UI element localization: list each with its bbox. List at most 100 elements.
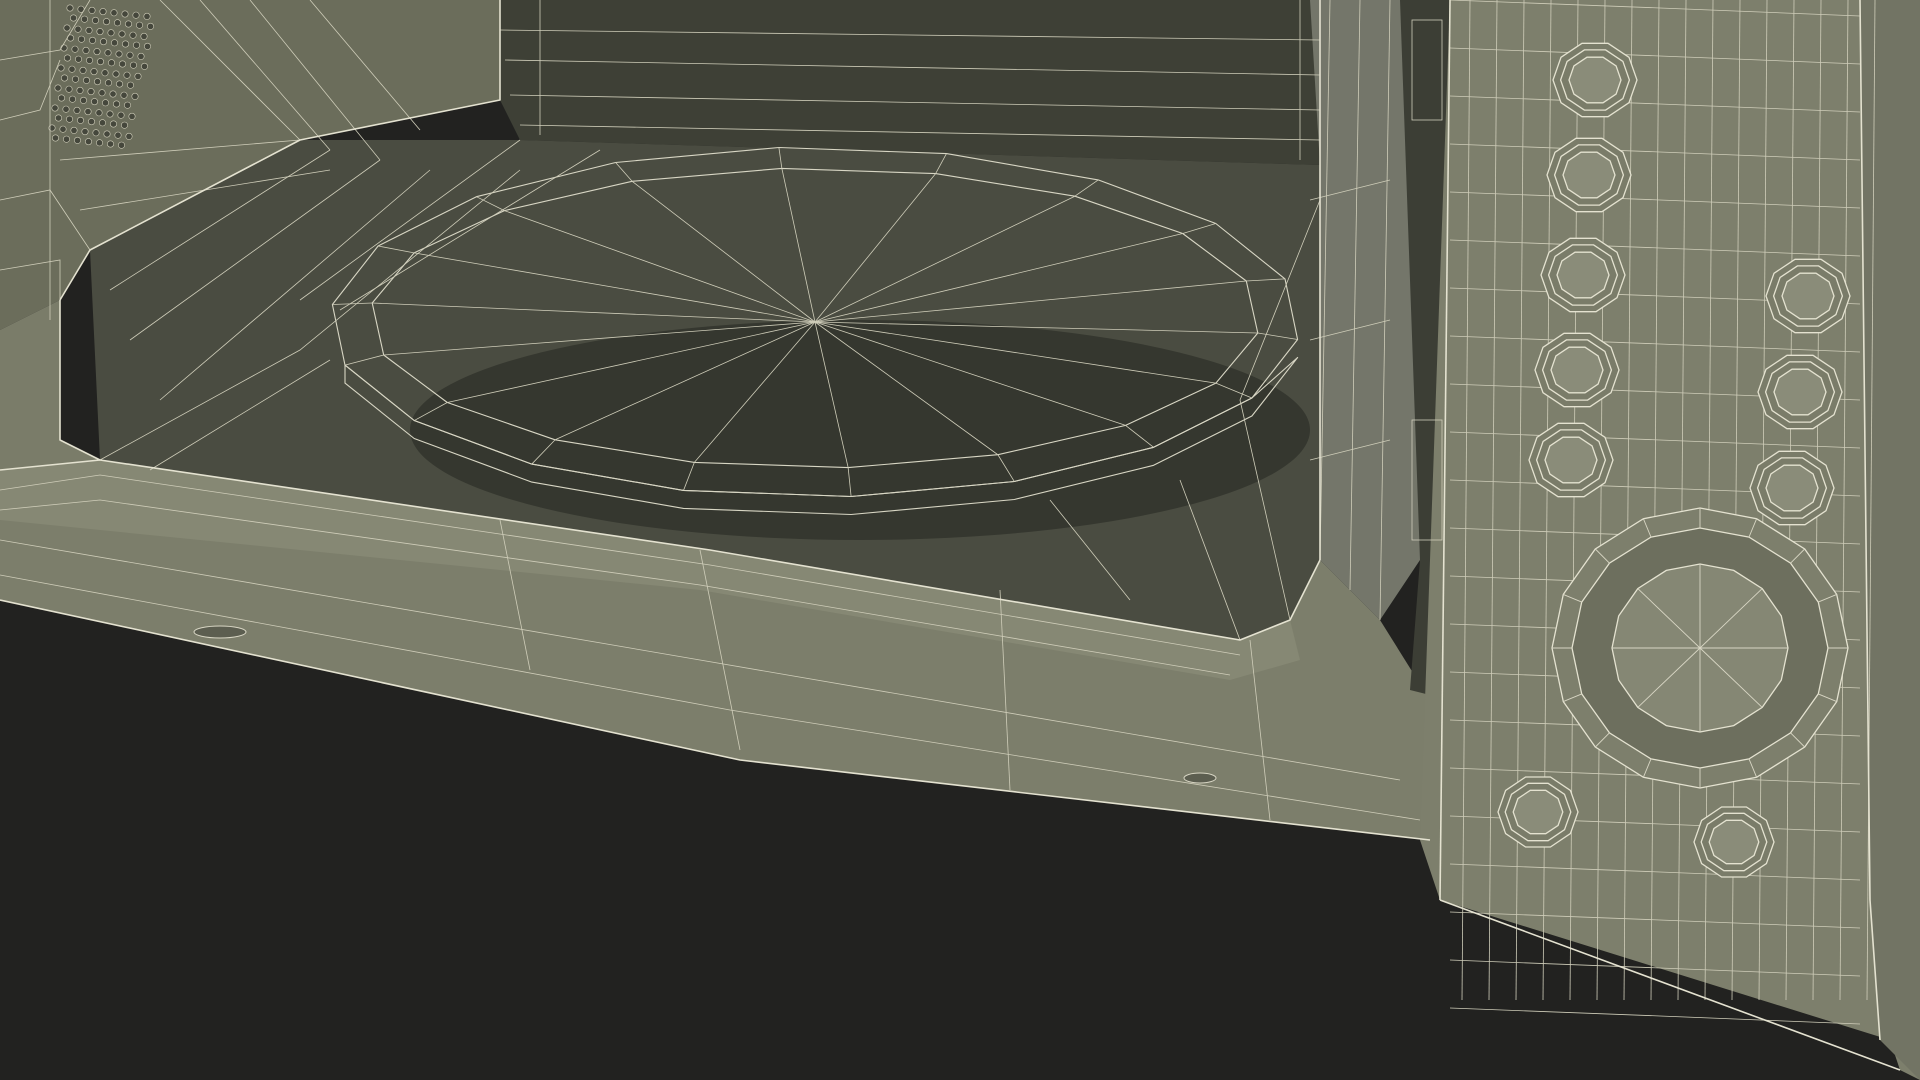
vent-hole <box>126 51 134 59</box>
vent-hole <box>134 72 142 80</box>
vent-hole <box>137 52 145 60</box>
vent-hole <box>144 42 152 50</box>
vent-hole <box>109 90 117 98</box>
vent-hole <box>113 100 121 108</box>
vent-hole <box>74 25 82 33</box>
vent-hole <box>122 40 130 48</box>
vent-hole <box>125 20 133 28</box>
vent-hole <box>103 18 111 26</box>
vent-hole <box>129 31 137 39</box>
vent-hole <box>63 24 71 32</box>
vent-hole <box>117 111 125 119</box>
vent-hole <box>101 69 109 77</box>
vent-hole <box>59 125 67 133</box>
panel-button <box>1546 137 1632 213</box>
microwave-render <box>0 0 1920 1080</box>
vent-hole <box>140 32 148 40</box>
vent-hole <box>95 109 103 117</box>
vent-hole <box>96 28 104 36</box>
vent-hole <box>104 49 112 57</box>
vent-hole <box>91 98 99 106</box>
vent-hole <box>105 79 113 87</box>
vent-hole <box>125 132 133 140</box>
vent-hole <box>60 74 68 82</box>
vent-hole <box>54 114 62 122</box>
vent-hole <box>89 36 97 44</box>
panel-button <box>1552 42 1638 118</box>
vent-hole <box>82 46 90 54</box>
vent-hole <box>62 105 70 113</box>
vent-hole <box>118 141 126 149</box>
vent-hole <box>78 35 86 43</box>
vent-hole <box>121 10 129 18</box>
vent-hole <box>66 115 74 123</box>
vent-hole <box>116 80 124 88</box>
vent-hole <box>85 26 93 34</box>
control-dial <box>1551 507 1849 789</box>
vent-hole <box>127 81 135 89</box>
vent-hole <box>111 39 119 47</box>
vent-hole <box>141 62 149 70</box>
panel-button <box>1528 422 1614 498</box>
vent-hole <box>81 128 89 136</box>
vent-hole <box>110 9 118 17</box>
vent-hole <box>88 6 96 14</box>
vent-hole <box>79 66 87 74</box>
vent-hole <box>51 104 59 112</box>
vent-hole <box>90 68 98 76</box>
vent-hole <box>133 41 141 49</box>
vent-hole <box>84 108 92 116</box>
vent-hole <box>80 96 88 104</box>
vent-hole <box>69 95 77 103</box>
interior-back-wall <box>500 0 1320 165</box>
vent-hole <box>119 60 127 68</box>
vent-hole <box>96 139 104 147</box>
vent-hole <box>120 91 128 99</box>
vent-hole <box>99 8 107 16</box>
vent-hole <box>92 16 100 24</box>
vent-hole <box>98 89 106 97</box>
vent-hole <box>108 59 116 67</box>
vent-hole <box>110 120 118 128</box>
vent-hole <box>92 129 100 137</box>
vent-hole <box>72 75 80 83</box>
vent-hole <box>136 21 144 29</box>
vent-hole <box>76 86 84 94</box>
vent-hole <box>123 71 131 79</box>
foot-mid <box>1183 772 1217 784</box>
vent-hole <box>132 11 140 19</box>
vent-hole <box>107 29 115 37</box>
vent-hole <box>112 70 120 78</box>
vent-hole <box>93 48 101 56</box>
vent-hole <box>75 55 83 63</box>
panel-button <box>1693 806 1775 878</box>
vent-hole <box>73 106 81 114</box>
turntable-shadow <box>410 320 1310 540</box>
vent-hole <box>114 131 122 139</box>
vent-hole <box>143 12 151 20</box>
vent-hole <box>57 64 65 72</box>
vent-hole <box>130 61 138 69</box>
vent-hole <box>147 22 155 30</box>
vent-hole <box>70 126 78 134</box>
vent-hole <box>81 15 89 23</box>
vent-hole <box>106 110 114 118</box>
vent-hole <box>70 14 78 22</box>
vent-hole <box>118 30 126 38</box>
vent-hole <box>97 58 105 66</box>
vent-hole <box>124 101 132 109</box>
vent-hole <box>114 19 122 27</box>
vent-hole <box>54 84 62 92</box>
vent-hole <box>77 116 85 124</box>
foot-left <box>193 625 247 639</box>
vent-hole <box>64 54 72 62</box>
vent-hole <box>66 4 74 12</box>
vent-hole <box>83 76 91 84</box>
vent-hole <box>88 118 96 126</box>
vent-hole <box>62 135 70 143</box>
panel-button <box>1757 354 1843 430</box>
vent-hole <box>115 50 123 58</box>
vent-hole <box>86 56 94 64</box>
vent-hole <box>68 65 76 73</box>
vent-hole <box>60 44 68 52</box>
